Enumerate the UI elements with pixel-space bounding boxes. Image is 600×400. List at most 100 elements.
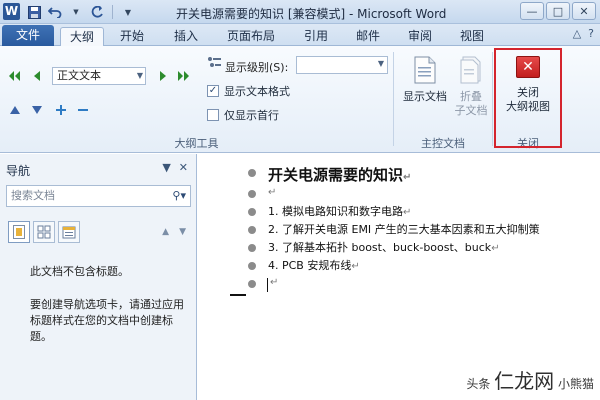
qat-separator: [112, 5, 113, 19]
demote-to-body-text-icon[interactable]: [176, 69, 190, 83]
document-area[interactable]: 开关电源需要的知识↵ ↵ 1. 模拟电路知识和数字电路↵ 2. 了解开关电源 E…: [198, 154, 600, 400]
results-icon: [62, 226, 76, 239]
outline-bullet[interactable]: [248, 262, 256, 270]
undo-dropdown-icon[interactable]: ▼: [68, 4, 84, 20]
outline-bullet[interactable]: [248, 280, 256, 288]
show-level-icon: [207, 56, 221, 70]
document-line: 3. 了解基本拓扑 boost、buck-boost、buck↵: [268, 239, 500, 255]
group-separator: [492, 52, 493, 146]
paragraph-mark: ↵: [351, 261, 360, 272]
window-controls: — □ ✕: [520, 2, 596, 20]
word-logo-icon[interactable]: W: [3, 3, 20, 20]
group-separator: [393, 52, 394, 146]
outline-bullet[interactable]: [248, 226, 256, 234]
outline-level-value: 正文文本: [57, 69, 101, 82]
watermark-suffix: 小熊猫: [557, 377, 594, 391]
watermark-prefix: 头条: [466, 377, 491, 391]
show-document-icon: [414, 56, 436, 84]
redo-icon[interactable]: [89, 4, 105, 20]
pages-view-tab[interactable]: [33, 221, 55, 243]
master-document-group-label: 主控文档: [421, 137, 465, 150]
navigation-pane: 导航 ▼ ✕ 搜索文档 ⚲▾ ▲ ▼ 此文档不包含标题。 要创建导航选项卡，请通…: [0, 154, 197, 400]
outline-bullet[interactable]: [248, 169, 256, 177]
minimize-button[interactable]: —: [520, 2, 544, 20]
show-level-label: 显示级别(S):: [225, 61, 289, 74]
paragraph-mark: ↵: [403, 172, 412, 183]
paragraph-mark: ↵: [403, 207, 412, 218]
minimize-ribbon-icon[interactable]: △: [573, 27, 581, 40]
tab-insert[interactable]: 插入: [166, 27, 206, 46]
move-up-icon[interactable]: [8, 103, 22, 117]
nav-view-tabs: [8, 221, 80, 243]
document-line: 1. 模拟电路知识和数字电路↵: [268, 203, 411, 219]
empty-line: ↵: [268, 185, 276, 198]
tab-page-layout[interactable]: 页面布局: [220, 27, 282, 46]
window-title: 开关电源需要的知识 [兼容模式] - Microsoft Word: [176, 7, 447, 21]
paragraph-mark: ↵: [491, 243, 500, 254]
document-line-text: 1. 模拟电路知识和数字电路: [268, 205, 403, 218]
show-text-format-label: 显示文本格式: [224, 85, 290, 98]
outline-tools-group-label: 大纲工具: [174, 137, 219, 150]
outline-level-select[interactable]: 正文文本 ▼: [52, 67, 146, 85]
tab-home[interactable]: 开始: [112, 27, 152, 46]
watermark: 头条 仁龙网 小熊猫: [466, 365, 594, 394]
tab-references[interactable]: 引用: [296, 27, 336, 46]
document-line: 4. PCB 安规布线↵: [268, 257, 360, 273]
nav-search-input[interactable]: 搜索文档 ⚲▾: [6, 185, 191, 207]
headings-icon: [13, 225, 25, 239]
promote-icon[interactable]: [30, 69, 44, 83]
move-down-icon[interactable]: [30, 103, 44, 117]
tab-mailings[interactable]: 邮件: [348, 27, 388, 46]
document-heading: 开关电源需要的知识↵: [268, 164, 411, 185]
collapse-subdocuments-button[interactable]: 折叠 子文档: [452, 56, 490, 118]
text-caret: [267, 278, 268, 292]
show-text-format-checkbox[interactable]: ✓: [207, 85, 219, 97]
customize-qat-icon[interactable]: ▼: [120, 4, 136, 20]
close-group-highlight: [494, 48, 562, 148]
show-text-format-option[interactable]: ✓ 显示文本格式: [207, 83, 290, 99]
tab-outline[interactable]: 大纲: [60, 27, 104, 46]
previous-heading-icon[interactable]: ▲: [162, 227, 169, 237]
document-heading-text: 开关电源需要的知识: [268, 166, 404, 184]
outline-bullet[interactable]: [248, 244, 256, 252]
first-line-only-checkbox[interactable]: [207, 109, 219, 121]
demote-icon[interactable]: [156, 69, 170, 83]
chevron-down-icon: ▼: [136, 71, 143, 80]
undo-icon[interactable]: [47, 4, 63, 20]
maximize-button[interactable]: □: [546, 2, 570, 20]
next-heading-icon[interactable]: ▼: [179, 227, 186, 237]
watermark-brand: 仁龙网: [494, 369, 555, 393]
tab-view[interactable]: 视图: [452, 27, 492, 46]
empty-line: ↵: [270, 275, 278, 288]
document-line-text: 3. 了解基本拓扑 boost、buck-boost、buck: [268, 241, 492, 254]
show-level-select[interactable]: ▼: [296, 56, 388, 74]
first-line-only-label: 仅显示首行: [224, 109, 279, 122]
collapse-subdocuments-label-1: 折叠: [460, 90, 482, 103]
tab-review[interactable]: 审阅: [400, 27, 440, 46]
outline-bullet[interactable]: [248, 208, 256, 216]
collapse-icon[interactable]: [76, 103, 90, 117]
document-line-text: 4. PCB 安规布线: [268, 259, 352, 272]
thumbnails-icon: [37, 225, 51, 239]
nav-menu-chevron-icon[interactable]: ▼: [162, 161, 170, 174]
close-window-button[interactable]: ✕: [572, 2, 596, 20]
headings-view-tab[interactable]: [8, 221, 30, 243]
promote-to-heading1-icon[interactable]: [8, 69, 22, 83]
help-icon[interactable]: ?: [588, 27, 594, 40]
results-view-tab[interactable]: [58, 221, 80, 243]
search-icon[interactable]: ⚲▾: [172, 186, 186, 206]
collapse-subdocuments-icon: [460, 56, 481, 84]
save-icon[interactable]: [26, 4, 42, 20]
show-document-button[interactable]: 显示文档: [398, 56, 452, 104]
first-line-only-option[interactable]: 仅显示首行: [207, 107, 279, 123]
document-line-text: 2. 了解开关电源 EMI 产生的三大基本因素和五大抑制策: [268, 223, 540, 236]
chevron-down-icon: ▼: [377, 59, 384, 68]
nav-search-placeholder: 搜索文档: [11, 189, 55, 202]
nav-title: 导航: [6, 164, 31, 178]
tab-file[interactable]: 文件: [2, 25, 54, 46]
outline-bullet[interactable]: [248, 190, 256, 198]
nav-arrows: ▲ ▼: [162, 227, 186, 237]
nav-close-icon[interactable]: ✕: [179, 161, 188, 174]
quick-access-toolbar: ▼ ▼: [26, 4, 136, 20]
expand-icon[interactable]: [54, 103, 68, 117]
